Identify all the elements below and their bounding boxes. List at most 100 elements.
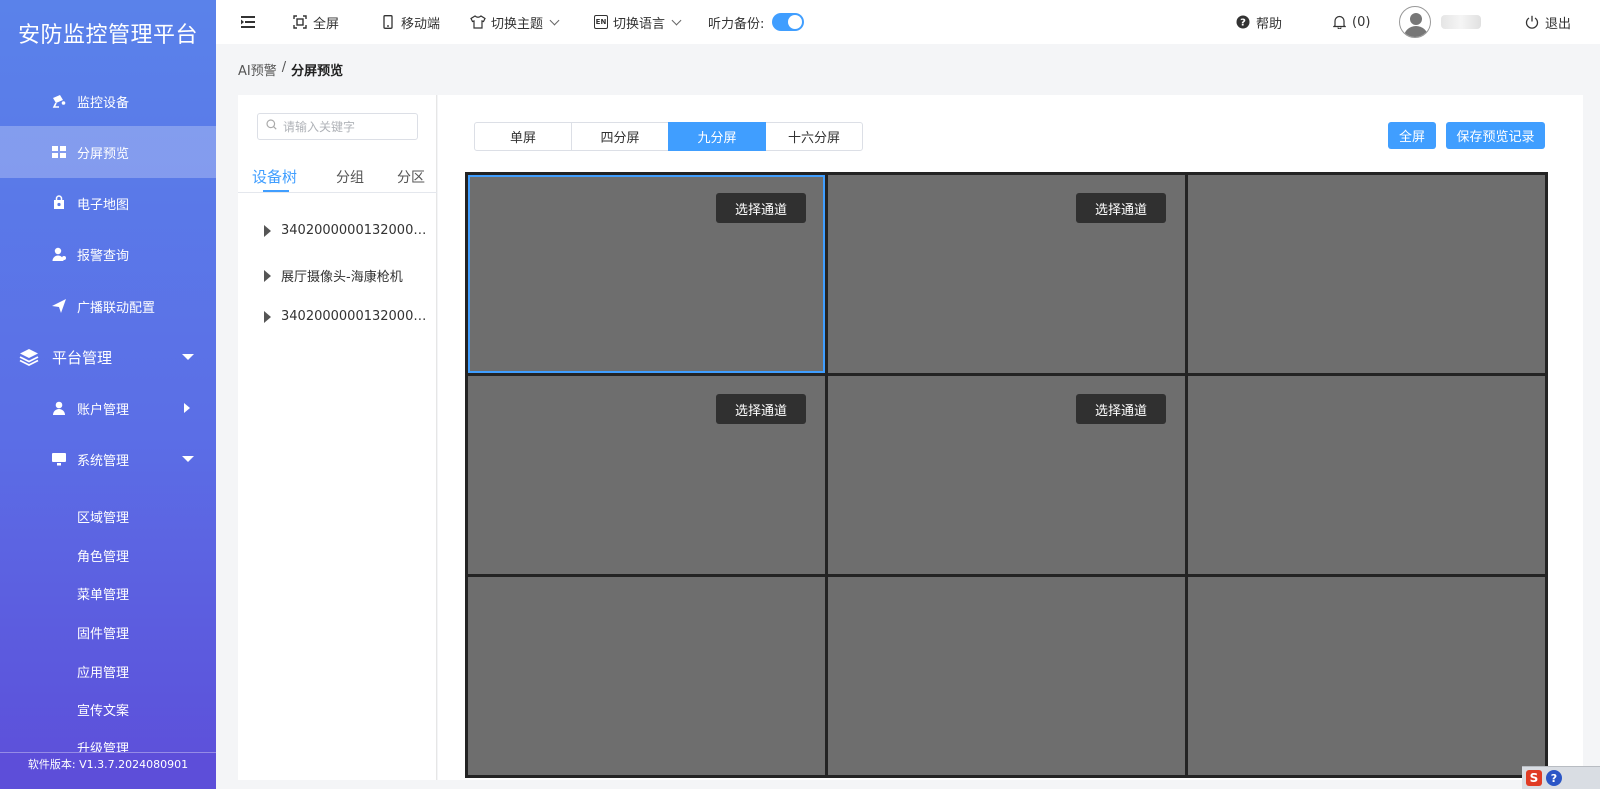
- sidebar-subitem-role[interactable]: 角色管理: [77, 546, 129, 565]
- user-icon: [51, 400, 67, 416]
- notifications-button[interactable]: (0): [1331, 0, 1370, 44]
- fullscreen-icon: [292, 14, 308, 30]
- tree-node-label: 展厅摄像头-海康枪机: [281, 270, 403, 285]
- mobile-icon: [380, 14, 396, 30]
- sidebar-subitem-promo-copy[interactable]: 宣传文案: [77, 700, 129, 719]
- camera-icon: [51, 93, 67, 109]
- theme-switcher[interactable]: 切换主题: [470, 0, 560, 44]
- sogou-ime-icon[interactable]: S: [1526, 770, 1542, 786]
- logout-button[interactable]: 退出: [1524, 0, 1571, 44]
- video-cell[interactable]: [828, 577, 1185, 775]
- help-label: 帮助: [1256, 16, 1283, 32]
- audio-backup-label: 听力备份:: [708, 16, 765, 32]
- sidebar-item-monitor-devices[interactable]: 监控设备: [0, 75, 216, 127]
- chevron-down-icon: [182, 354, 194, 360]
- sidebar-item-broadcast-config[interactable]: 广播联动配置: [0, 280, 216, 332]
- sidebar: 安防监控管理平台 监控设备 分屏预览 电子地图 报警查询 广播联动配置 平台管理…: [0, 0, 216, 789]
- help-icon: ?: [1235, 14, 1251, 30]
- svg-text:?: ?: [1240, 18, 1246, 29]
- video-cell[interactable]: 选择通道: [468, 376, 825, 574]
- breadcrumb-separator: /: [281, 60, 287, 75]
- sidebar-item-label: 系统管理: [77, 453, 130, 469]
- breadcrumb: AI预警 / 分屏预览: [238, 60, 343, 79]
- search-icon: [266, 119, 277, 134]
- chevron-down-icon: [549, 15, 560, 25]
- video-cell[interactable]: 选择通道: [828, 175, 1185, 373]
- select-channel-button[interactable]: 选择通道: [716, 193, 806, 223]
- sidebar-subitem-app[interactable]: 应用管理: [77, 662, 129, 681]
- fullscreen-button[interactable]: 全屏: [1388, 122, 1436, 149]
- layout-sixteen-button[interactable]: 十六分屏: [765, 122, 863, 151]
- audio-backup: 听力备份:: [708, 0, 805, 44]
- chevron-down-icon: [182, 456, 194, 462]
- caret-right-icon[interactable]: [264, 224, 271, 237]
- video-cell[interactable]: [1188, 376, 1545, 574]
- bell-icon: [1331, 14, 1347, 30]
- tab-device-tree[interactable]: 设备树: [252, 166, 297, 187]
- device-search: [257, 113, 418, 140]
- sidebar-item-label: 分屏预览: [77, 146, 130, 162]
- search-input[interactable]: [283, 119, 413, 134]
- save-preview-record-button[interactable]: 保存预览记录: [1446, 122, 1545, 149]
- video-cell[interactable]: [1188, 175, 1545, 373]
- tab-group[interactable]: 分组: [336, 167, 364, 187]
- menu-fold-icon: [240, 14, 256, 30]
- sidebar-item-alarm-query[interactable]: 报警查询: [0, 228, 216, 280]
- sidebar-item-label: 广播联动配置: [77, 300, 156, 316]
- sidebar-item-system-management[interactable]: 系统管理: [0, 433, 216, 485]
- breadcrumb-current: 分屏预览: [291, 64, 344, 79]
- sidebar-item-label: 监控设备: [77, 95, 130, 111]
- fullscreen-toggle[interactable]: 全屏: [292, 0, 339, 44]
- monitor-icon: [51, 451, 67, 467]
- device-tabs: 设备树 分组 分区: [238, 157, 437, 193]
- language-icon: EN: [594, 15, 608, 29]
- sidebar-subitem-menu[interactable]: 菜单管理: [77, 584, 129, 603]
- video-cell[interactable]: 选择通道: [828, 376, 1185, 574]
- preview-panel: 单屏 四分屏 九分屏 十六分屏 全屏 保存预览记录 选择通道 选择通道 选择通道 选择…: [438, 95, 1583, 780]
- video-cell[interactable]: [1188, 577, 1545, 775]
- sidebar-item-e-map[interactable]: 电子地图: [0, 177, 216, 229]
- caret-right-icon[interactable]: [264, 269, 271, 282]
- fullscreen-label: 全屏: [313, 16, 340, 32]
- device-panel: 设备树 分组 分区 34020000001320000001 展厅摄像头-海康枪…: [238, 95, 437, 780]
- tree-node[interactable]: 展厅摄像头-海康枪机: [264, 266, 434, 285]
- sidebar-item-platform-management[interactable]: 平台管理: [0, 331, 216, 383]
- theme-label: 切换主题: [491, 16, 544, 32]
- sidebar-subitem-firmware[interactable]: 固件管理: [77, 623, 129, 642]
- sidebar-item-split-preview[interactable]: 分屏预览: [0, 126, 216, 178]
- layout-nine-button[interactable]: 九分屏: [668, 122, 766, 151]
- broadcast-icon: [51, 298, 67, 314]
- select-channel-button[interactable]: 选择通道: [716, 394, 806, 424]
- notification-count: (0): [1352, 14, 1371, 30]
- power-icon: [1524, 14, 1540, 30]
- collapse-menu-button[interactable]: [240, 0, 261, 44]
- sidebar-item-account-management[interactable]: 账户管理: [0, 382, 216, 434]
- layout-four-button[interactable]: 四分屏: [571, 122, 669, 151]
- sidebar-subitem-region[interactable]: 区域管理: [77, 507, 129, 526]
- video-grid: 选择通道 选择通道 选择通道 选择通道: [465, 172, 1548, 778]
- top-header: 全屏 移动端 切换主题 EN 切换语言 听力备份: ? 帮助 (0) 退出: [216, 0, 1600, 44]
- video-cell[interactable]: [468, 577, 825, 775]
- tree-node[interactable]: 34020000001320000002: [264, 309, 434, 324]
- help-button[interactable]: ? 帮助: [1235, 0, 1282, 44]
- layout-single-button[interactable]: 单屏: [474, 122, 572, 151]
- video-cell[interactable]: 选择通道: [468, 175, 825, 373]
- avatar: [1399, 6, 1431, 38]
- language-switcher[interactable]: EN 切换语言: [594, 0, 682, 44]
- user-menu[interactable]: [1399, 0, 1481, 44]
- mobile-button[interactable]: 移动端: [380, 0, 440, 44]
- split-screen-icon: [51, 144, 67, 160]
- language-label: 切换语言: [613, 16, 666, 32]
- tab-zone[interactable]: 分区: [397, 167, 425, 187]
- caret-right-icon[interactable]: [264, 310, 271, 323]
- select-channel-button[interactable]: 选择通道: [1076, 193, 1166, 223]
- ime-tray: S ?: [1522, 766, 1600, 789]
- tree-node[interactable]: 34020000001320000001: [264, 223, 434, 238]
- help-icon[interactable]: ?: [1546, 770, 1562, 786]
- chevron-down-icon: [671, 15, 682, 25]
- select-channel-button[interactable]: 选择通道: [1076, 394, 1166, 424]
- breadcrumb-parent[interactable]: AI预警: [238, 60, 277, 79]
- layers-icon: [19, 347, 39, 367]
- audio-backup-toggle[interactable]: [772, 13, 805, 31]
- mobile-label: 移动端: [401, 16, 441, 32]
